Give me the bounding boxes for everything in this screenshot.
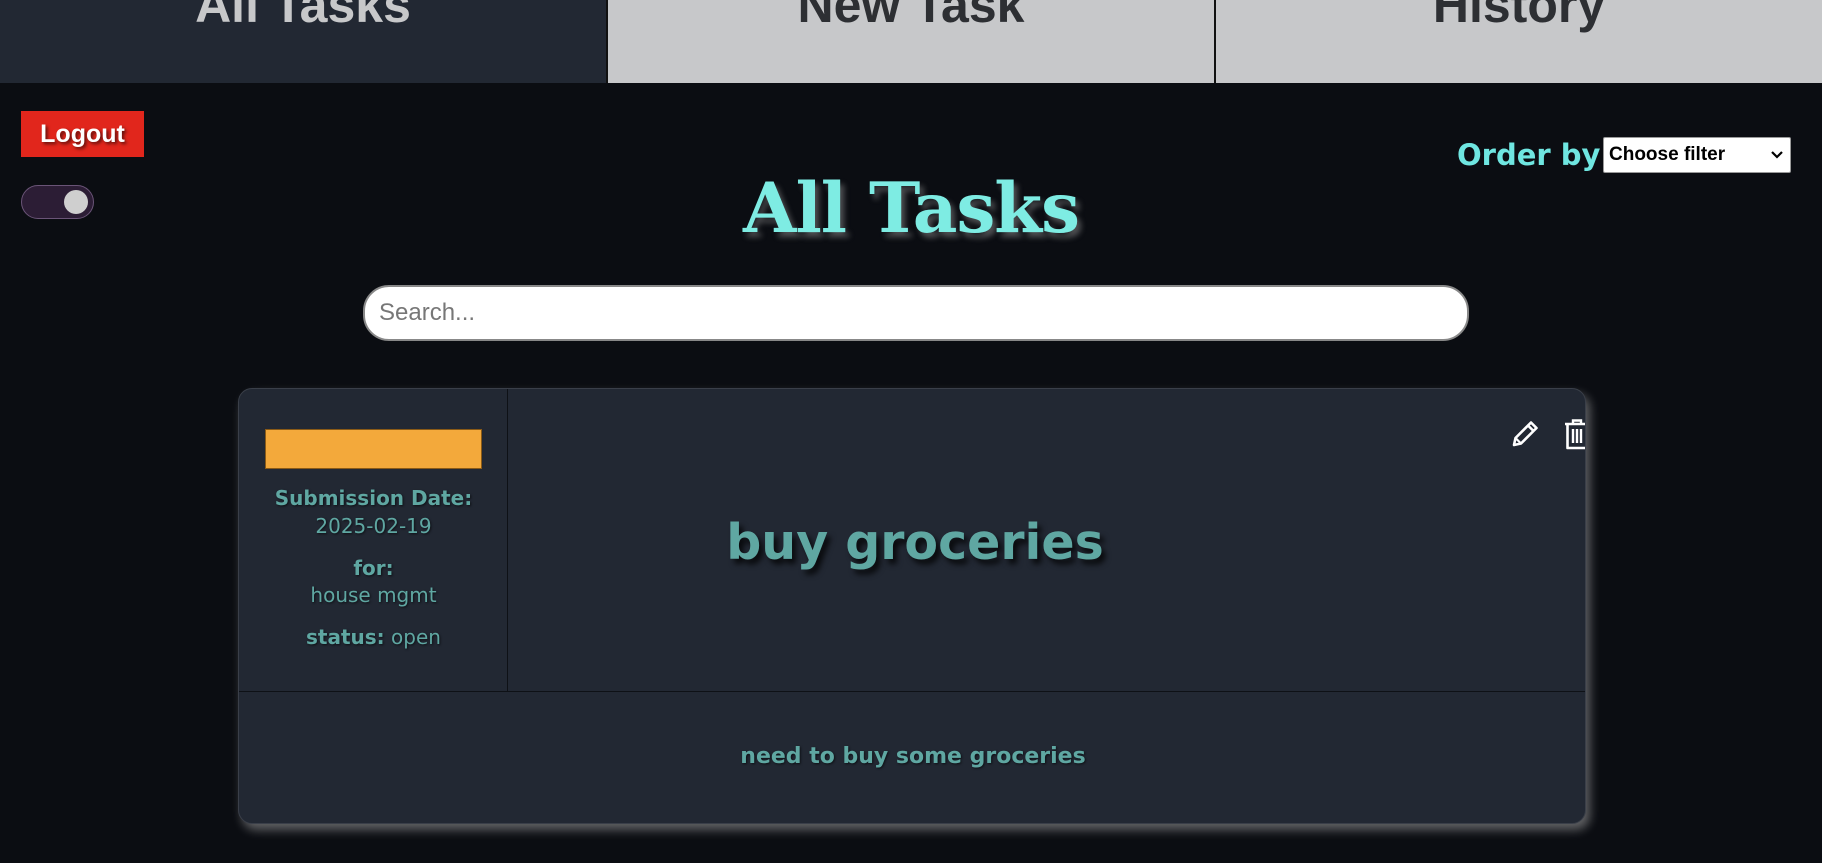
submission-date-label: Submission Date: bbox=[274, 486, 473, 510]
tab-all-tasks-label: All Tasks bbox=[195, 0, 411, 33]
pencil-icon[interactable] bbox=[1508, 417, 1542, 451]
page-title: All Tasks bbox=[743, 168, 1080, 249]
tab-new-task-label: New Task bbox=[797, 0, 1025, 33]
status-label: status: bbox=[306, 625, 385, 649]
task-title: buy groceries bbox=[726, 514, 1104, 571]
chevron-down-icon bbox=[1771, 151, 1783, 159]
tab-new-task[interactable]: New Task bbox=[606, 0, 1214, 83]
tab-all-tasks[interactable]: All Tasks bbox=[0, 0, 606, 83]
top-nav: All Tasks New Task History bbox=[0, 0, 1822, 83]
logout-button[interactable]: Logout bbox=[21, 111, 144, 157]
task-card: Submission Date: 2025-02-19 for: house m… bbox=[238, 388, 1586, 824]
order-by-label: Order by: bbox=[1457, 138, 1613, 172]
tab-history-label: History bbox=[1432, 0, 1606, 33]
task-description: need to buy some groceries bbox=[740, 744, 1086, 769]
status-value: open bbox=[391, 625, 441, 649]
for-label: for: bbox=[353, 556, 394, 580]
task-main-panel: buy groceries bbox=[508, 389, 1585, 692]
task-meta-panel: Submission Date: 2025-02-19 for: house m… bbox=[239, 389, 508, 692]
search-input[interactable] bbox=[363, 285, 1469, 341]
order-by-selected-value: Choose filter bbox=[1609, 144, 1726, 165]
submission-date-value: 2025-02-19 bbox=[315, 514, 432, 538]
trash-icon[interactable] bbox=[1562, 417, 1586, 451]
for-value: house mgmt bbox=[310, 583, 437, 607]
priority-bar bbox=[265, 429, 482, 469]
tab-history[interactable]: History bbox=[1214, 0, 1822, 83]
status-line: status: open bbox=[239, 625, 508, 649]
